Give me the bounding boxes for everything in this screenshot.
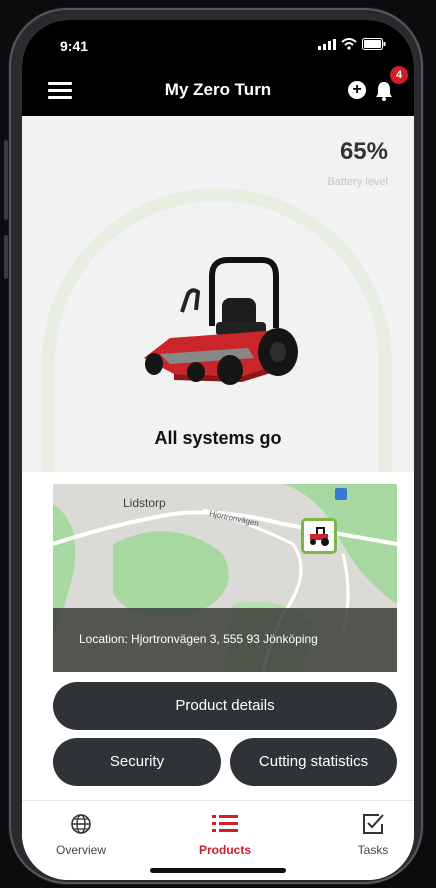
- screen: 9:41 My Zero Turn + 4 65% Battery level …: [22, 20, 414, 880]
- globe-icon: [71, 814, 91, 834]
- bell-icon[interactable]: [374, 80, 394, 102]
- signal-icon: [318, 38, 336, 50]
- product-details-button[interactable]: Product details: [53, 682, 397, 730]
- map-place-label: Lidstorp: [123, 496, 166, 510]
- location-bar: Location: Hjortronvägen 3, 555 93 Jönköp…: [53, 608, 397, 672]
- tab-products-label: Products: [198, 843, 251, 857]
- tab-bar: Overview Products Tasks: [22, 800, 414, 880]
- main-content: 65% Battery level All systems go Lidstor…: [22, 116, 414, 806]
- product-card: Lidstorp Hjortronvägen Location: Hjortro…: [22, 472, 414, 804]
- nav-row: My Zero Turn + 4: [22, 66, 414, 114]
- location-text: Location: Hjortronvägen 3, 555 93 Jönköp…: [79, 632, 318, 646]
- battery-status-icon: [362, 38, 386, 50]
- tab-products[interactable]: Products: [180, 811, 270, 857]
- home-indicator: [150, 868, 286, 873]
- map-poi-icon: [335, 488, 347, 500]
- status-icons: [318, 38, 386, 50]
- mower-image: [144, 257, 298, 385]
- checkbox-icon: [363, 814, 384, 834]
- tab-tasks[interactable]: Tasks: [328, 811, 414, 857]
- side-button: [4, 140, 8, 220]
- status-time: 9:41: [60, 38, 89, 54]
- add-icon[interactable]: +: [348, 81, 366, 99]
- top-bar: 9:41 My Zero Turn + 4: [22, 20, 414, 116]
- battery-value: 65%: [339, 138, 388, 165]
- product-status: All systems go: [154, 428, 282, 448]
- tab-overview[interactable]: Overview: [36, 811, 126, 857]
- notification-badge: 4: [390, 66, 408, 84]
- battery-label: Battery level: [327, 176, 388, 188]
- mower-pin-icon: [310, 527, 329, 546]
- mower-location-pin[interactable]: [301, 518, 337, 554]
- cutting-statistics-button[interactable]: Cutting statistics: [230, 738, 397, 786]
- security-button[interactable]: Security: [53, 738, 221, 786]
- location-map[interactable]: Lidstorp Hjortronvägen Location: Hjortro…: [53, 484, 397, 672]
- side-button: [4, 235, 8, 279]
- tab-tasks-label: Tasks: [357, 843, 389, 857]
- list-icon: [212, 815, 238, 832]
- tab-overview-label: Overview: [55, 843, 106, 857]
- wifi-icon: [341, 38, 357, 50]
